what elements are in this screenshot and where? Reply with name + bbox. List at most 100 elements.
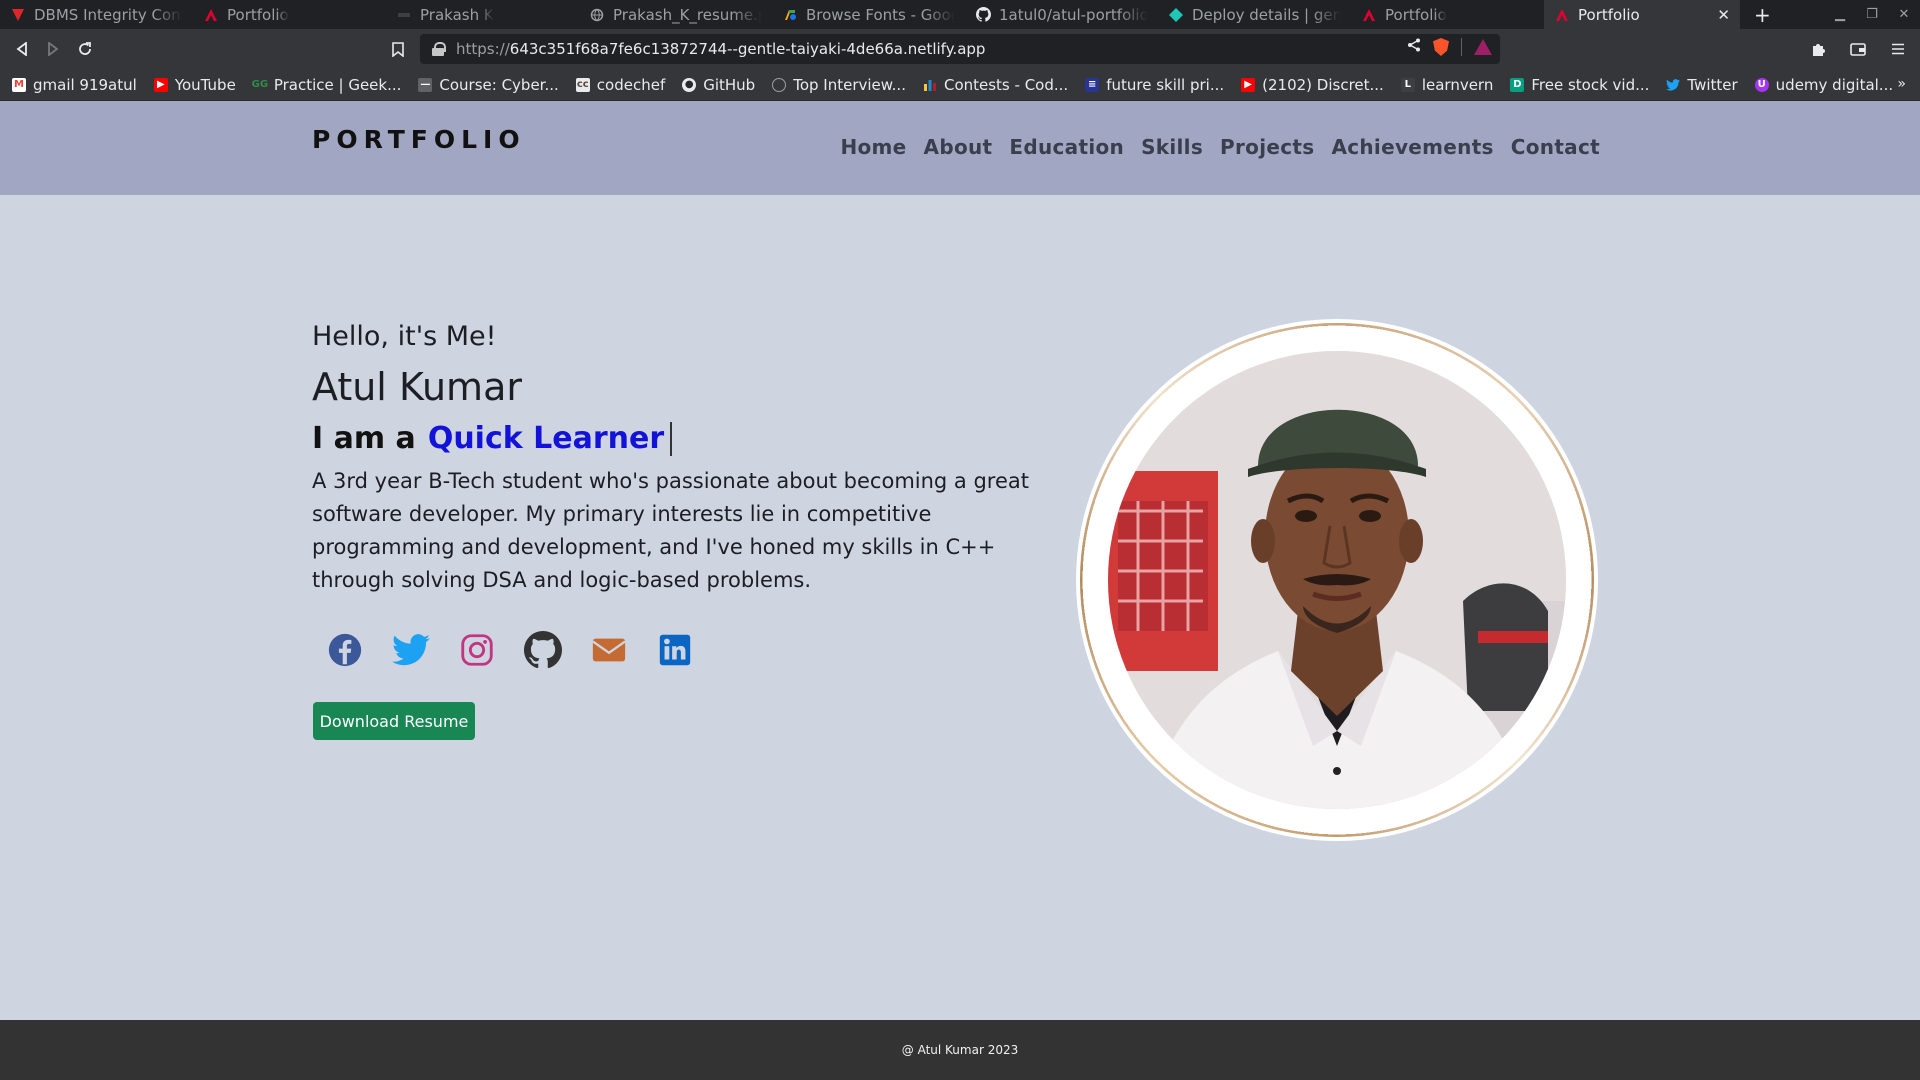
download-resume-button[interactable]: Download Resume xyxy=(313,702,475,740)
nav-projects[interactable]: Projects xyxy=(1220,135,1314,159)
address-bar[interactable]: https://643c351f68a7fe6c13872744--gentle… xyxy=(420,34,1500,64)
url-host: 643c351f68a7fe6c13872744--gentle-taiyaki… xyxy=(509,40,986,58)
twitter-icon xyxy=(1666,78,1681,92)
codechef-icon: cc xyxy=(575,77,590,92)
tab-portfolio-active[interactable]: Portfolio ✕ xyxy=(1544,0,1740,29)
nav-skills[interactable]: Skills xyxy=(1141,135,1203,159)
bookmark-stock-video[interactable]: D Free stock vid... xyxy=(1510,76,1649,94)
bookmark-discrete-youtube[interactable]: ▶ (2102) Discret... xyxy=(1241,76,1384,94)
close-window-icon[interactable]: ✕ xyxy=(1888,7,1920,22)
tab-title: Portfolio xyxy=(227,5,289,24)
tab-portfolio-2[interactable]: Portfolio xyxy=(1351,0,1544,29)
nav-education[interactable]: Education xyxy=(1009,135,1124,159)
bookmark-label: Twitter xyxy=(1687,75,1738,94)
instagram-link[interactable] xyxy=(444,625,510,675)
facebook-icon xyxy=(328,633,362,667)
person-photo-illustration xyxy=(1108,351,1566,809)
gmail-icon: M xyxy=(12,77,26,92)
bookmark-learnvern[interactable]: Llearnvern xyxy=(1400,76,1493,94)
github-icon xyxy=(975,7,991,23)
tab-github-repo[interactable]: 1atul0/atul-portfolio-w xyxy=(965,0,1158,29)
bookmark-label: YouTube xyxy=(174,75,236,94)
brave-rewards-icon[interactable] xyxy=(1474,39,1492,55)
tab-title: Portfolio xyxy=(1385,5,1447,24)
iam-prefix: I am a xyxy=(312,421,416,456)
browser-toolbar: https://643c351f68a7fe6c13872744--gentle… xyxy=(0,29,1920,69)
tab-strip: DBMS Integrity Constr Portfolio Prakash … xyxy=(0,0,1920,29)
url-scheme: https:// xyxy=(456,40,510,58)
bookmark-futureskill[interactable]: ≡ future skill pri... xyxy=(1085,76,1224,94)
nav-contact[interactable]: Contact xyxy=(1511,135,1600,159)
minimize-icon[interactable]: ▁ xyxy=(1824,7,1856,22)
bookmark-github[interactable]: ● GitHub xyxy=(682,76,755,94)
bookmark-top-interview[interactable]: Top Interview... xyxy=(772,76,906,94)
tab-netlify-deploy[interactable]: Deploy details | gentle xyxy=(1158,0,1351,29)
back-icon[interactable] xyxy=(10,37,34,61)
close-tab-icon[interactable]: ✕ xyxy=(1717,6,1730,24)
copyright-text: @ Atul Kumar 2023 xyxy=(901,1043,1019,1057)
social-links xyxy=(312,625,708,675)
stock-video-icon: D xyxy=(1510,77,1525,92)
tab-title: Deploy details | gentle xyxy=(1192,5,1341,24)
omnibox-actions xyxy=(1407,38,1492,56)
nav-achievements[interactable]: Achievements xyxy=(1331,135,1493,159)
linkedin-link[interactable] xyxy=(642,625,708,675)
menu-icon[interactable] xyxy=(1886,37,1910,61)
new-tab-icon[interactable]: + xyxy=(1754,3,1771,27)
greeting-text: Hello, it's Me! xyxy=(312,321,497,352)
bookmark-twitter[interactable]: Twitter xyxy=(1666,75,1738,94)
bookmark-youtube[interactable]: ▶ YouTube xyxy=(153,75,236,94)
share-icon[interactable] xyxy=(1407,38,1421,56)
github-icon xyxy=(524,631,562,669)
angular-icon xyxy=(203,7,219,23)
bookmark-page-icon[interactable] xyxy=(386,37,410,61)
vivaldi-red-icon xyxy=(10,7,26,23)
bookmark-geeksforgeeks[interactable]: GG Practice | Geek... xyxy=(252,75,402,94)
tab-dbms[interactable]: DBMS Integrity Constr xyxy=(0,0,193,29)
nav-about[interactable]: About xyxy=(924,135,993,159)
google-fonts-icon xyxy=(782,7,798,23)
site-logo[interactable]: PORTFOLIO xyxy=(312,125,526,154)
forward-icon[interactable] xyxy=(41,37,65,61)
twitter-icon xyxy=(392,634,430,666)
profile-photo-frame xyxy=(1080,323,1594,837)
bookmark-label: Practice | Geek... xyxy=(273,75,402,94)
tab-resume-pdf[interactable]: Prakash_K_resume.pdf xyxy=(579,0,772,29)
bookmark-codeforces[interactable]: Contests - Cod... xyxy=(923,76,1068,94)
bookmark-label: codechef xyxy=(596,75,666,94)
learnvern-icon: L xyxy=(1400,77,1415,92)
extensions-icon[interactable] xyxy=(1806,37,1830,61)
bookmark-course[interactable]: — Course: Cyber... xyxy=(418,75,559,94)
more-bookmarks-icon[interactable]: » xyxy=(1897,76,1906,92)
restore-icon[interactable]: ❐ xyxy=(1856,7,1888,22)
divider xyxy=(1461,38,1462,56)
twitter-link[interactable] xyxy=(378,625,444,675)
angular-icon xyxy=(1361,7,1377,23)
github-icon: ● xyxy=(682,77,697,92)
url-text: https://643c351f68a7fe6c13872744--gentle… xyxy=(456,40,985,58)
tab-prakash[interactable]: Prakash K xyxy=(386,0,579,29)
email-link[interactable] xyxy=(576,625,642,675)
profile-photo xyxy=(1108,351,1566,809)
nav-home[interactable]: Home xyxy=(840,135,906,159)
tab-google-fonts[interactable]: Browse Fonts - Google xyxy=(772,0,965,29)
facebook-link[interactable] xyxy=(312,625,378,675)
hero-section: Hello, it's Me! Atul Kumar I am a Quick … xyxy=(0,195,1920,1020)
bookmark-udemy[interactable]: Uudemy digital... xyxy=(1754,76,1893,94)
bookmark-gmail[interactable]: Mgmail 919atul xyxy=(12,76,137,94)
udemy-icon: U xyxy=(1754,77,1769,92)
lock-icon[interactable] xyxy=(432,42,446,56)
site-header: PORTFOLIO Home About Education Skills Pr… xyxy=(0,101,1920,195)
bookmark-label: Course: Cyber... xyxy=(439,75,559,94)
tab-portfolio-1[interactable]: Portfolio xyxy=(193,0,386,29)
tab-title: Portfolio xyxy=(1578,5,1640,24)
tab-title: 1atul0/atul-portfolio-w xyxy=(999,5,1148,24)
reload-icon[interactable] xyxy=(73,37,97,61)
bookmark-codechef[interactable]: cc codechef xyxy=(575,75,666,94)
globe-icon xyxy=(772,77,787,92)
github-link[interactable] xyxy=(510,625,576,675)
wallet-icon[interactable] xyxy=(1846,37,1870,61)
brave-shields-icon[interactable] xyxy=(1433,38,1449,56)
hero-name: Atul Kumar xyxy=(312,365,522,409)
typing-cursor xyxy=(670,421,673,456)
